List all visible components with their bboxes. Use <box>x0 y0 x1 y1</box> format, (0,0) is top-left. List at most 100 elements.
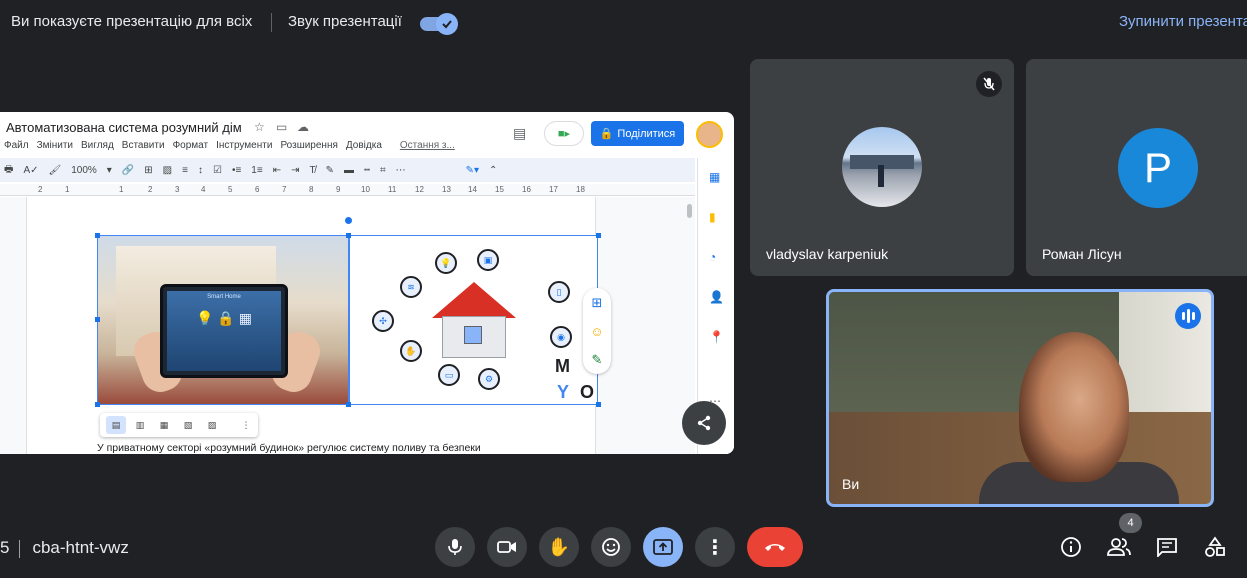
camera-icon <box>497 541 516 553</box>
ruler[interactable]: 2 1 1 2 3 4 5 6 7 8 9 10 11 12 13 14 15 … <box>0 184 695 196</box>
meeting-code: cba-htnt-vwz <box>32 538 129 557</box>
image-icon[interactable]: ▨ <box>163 165 172 176</box>
rotate-handle[interactable] <box>345 217 352 224</box>
water-leak-icon: ✋ <box>400 340 422 362</box>
add-comment-icon[interactable]: ⊞ <box>592 295 603 311</box>
spellcheck-icon[interactable]: A✓ <box>23 165 38 176</box>
document-title[interactable]: Автоматизована система розумний дім <box>6 120 242 135</box>
front-text-icon[interactable]: ▨ <box>202 416 222 434</box>
people-button[interactable] <box>1106 534 1132 560</box>
resize-handle[interactable] <box>95 402 100 407</box>
menu-help[interactable]: Довідка <box>346 140 382 151</box>
participant-name: vladyslav karpeniuk <box>766 246 889 262</box>
clear-format-icon[interactable]: T̸ <box>309 165 315 176</box>
dash-icon[interactable]: ┅ <box>364 165 370 176</box>
zoom-select[interactable]: 100% <box>71 165 97 176</box>
border-icon[interactable]: ▬ <box>344 165 354 176</box>
last-edit-link[interactable]: Остання з... <box>400 140 455 151</box>
presentation-sound-toggle[interactable] <box>420 13 458 35</box>
meeting-info: 5 cba-htnt-vwz <box>0 538 129 558</box>
maps-icon[interactable]: 📍 <box>709 330 724 344</box>
link-icon[interactable]: 🔗 <box>122 165 134 176</box>
contacts-icon[interactable]: 👤 <box>709 290 724 304</box>
scrollbar-thumb[interactable] <box>687 204 692 218</box>
indent-decrease-icon[interactable]: ⇤ <box>273 165 281 176</box>
audio-level-bar <box>1181 312 1185 320</box>
chevron-up-icon[interactable]: ⌃ <box>489 165 497 176</box>
behind-text-icon[interactable]: ▧ <box>178 416 198 434</box>
menu-file[interactable]: Файл <box>4 140 29 151</box>
paint-format-icon[interactable]: 🖌 <box>49 165 62 176</box>
crop-icon[interactable]: ⌗ <box>380 165 386 176</box>
resize-handle[interactable] <box>596 402 601 407</box>
calendar-icon[interactable]: ▦ <box>709 170 720 184</box>
menu-edit[interactable]: Змінити <box>37 140 73 151</box>
star-icon[interactable]: ☆ <box>254 120 265 134</box>
phone-control-icon: ▯ <box>548 281 570 303</box>
more-options-button[interactable]: ⋮ <box>695 527 735 567</box>
inline-wrap-icon[interactable]: ▤ <box>106 416 126 434</box>
ruler-tick: 4 <box>201 185 206 194</box>
participant-tile[interactable]: P Роман Лісун <box>1026 59 1247 276</box>
numbered-list-icon[interactable]: 1≡ <box>251 165 262 176</box>
ruler-tick: 7 <box>282 185 287 194</box>
menu-tools[interactable]: Інструменти <box>216 140 272 151</box>
resize-handle[interactable] <box>596 233 601 238</box>
folder-icon[interactable]: ▭ <box>276 120 287 134</box>
pen-icon[interactable]: ✎ <box>326 165 334 176</box>
checklist-icon[interactable]: ☑ <box>213 165 222 176</box>
present-screen-button[interactable] <box>643 527 683 567</box>
ruler-tick: 1 <box>65 185 70 194</box>
editing-mode-icon[interactable]: ✎▾ <box>466 165 479 176</box>
indent-increase-icon[interactable]: ⇥ <box>291 165 299 176</box>
keep-icon[interactable]: ▮ <box>709 210 716 224</box>
suggest-edit-icon[interactable]: ✎ <box>592 352 603 368</box>
align-icon[interactable]: ≡ <box>182 165 188 176</box>
camera-button[interactable] <box>487 527 527 567</box>
microphone-button[interactable] <box>435 527 475 567</box>
resize-handle[interactable] <box>346 233 351 238</box>
bulleted-list-icon[interactable]: •≡ <box>232 165 241 176</box>
mic-off-icon <box>976 71 1002 97</box>
menu-format[interactable]: Формат <box>173 140 209 151</box>
comment-icon[interactable]: ▤ <box>513 125 526 142</box>
line-spacing-icon[interactable]: ↕ <box>198 165 203 176</box>
menu-insert[interactable]: Вставити <box>122 140 165 151</box>
document-body-text[interactable]: У приватному секторі «розумний будинок» … <box>97 442 481 454</box>
comment-add-icon[interactable]: ⊞ <box>144 165 152 176</box>
docs-toolbar: 🖶 A✓ 🖌 100% ▾ 🔗 ⊞ ▨ ≡ ↕ ☑ •≡ 1≡ ⇤ ⇥ T̸ ✎… <box>0 158 695 182</box>
raise-hand-button[interactable]: ✋ <box>539 527 579 567</box>
self-view-tile[interactable]: Ви <box>826 289 1214 507</box>
break-text-icon[interactable]: ▦ <box>154 416 174 434</box>
print-icon[interactable]: 🖶 <box>4 162 13 179</box>
tasks-icon[interactable]: ◔ <box>709 250 716 264</box>
stop-presenting-button[interactable]: Зупинити презента <box>1119 13 1247 30</box>
smart-home-diagram-image[interactable]: 💡 ▣ ≋ ▯ ✣ ◉ ✋ ▭ ⚙ M Y O <box>349 235 598 405</box>
end-call-button[interactable] <box>747 527 803 567</box>
participant-tile[interactable]: vladyslav karpeniuk <box>750 59 1014 276</box>
participant-avatar-letter: P <box>1118 128 1198 208</box>
smart-home-tablet-image[interactable]: Smart Home 💡 🔒 ▦ <box>97 235 349 405</box>
account-avatar[interactable] <box>696 121 723 148</box>
gate-icon: ▭ <box>438 364 460 386</box>
resize-handle[interactable] <box>346 402 351 407</box>
participant-name: Роман Лісун <box>1042 246 1122 262</box>
more-options-icon[interactable]: ⋮ <box>236 416 256 434</box>
chat-button[interactable] <box>1154 534 1180 560</box>
logo-letter: O <box>580 382 595 402</box>
resize-handle[interactable] <box>95 233 100 238</box>
menu-extensions[interactable]: Розширення <box>280 140 337 151</box>
menu-view[interactable]: Вигляд <box>81 140 114 151</box>
share-button[interactable]: 🔒 Поділитися <box>591 121 684 146</box>
activities-button[interactable] <box>1202 534 1228 560</box>
wrap-text-icon[interactable]: ▥ <box>130 416 150 434</box>
share-fab-button[interactable] <box>682 401 726 445</box>
meet-icon[interactable]: ■▸ <box>544 121 584 146</box>
meeting-details-button[interactable] <box>1058 534 1084 560</box>
house-roof <box>432 282 516 318</box>
resize-handle[interactable] <box>95 317 100 322</box>
more-icon[interactable]: ⋯ <box>396 165 406 176</box>
tablet-screen: Smart Home 💡 🔒 ▦ <box>167 291 281 371</box>
reactions-button[interactable] <box>591 527 631 567</box>
emoji-reaction-icon[interactable]: ☺ <box>590 324 603 339</box>
